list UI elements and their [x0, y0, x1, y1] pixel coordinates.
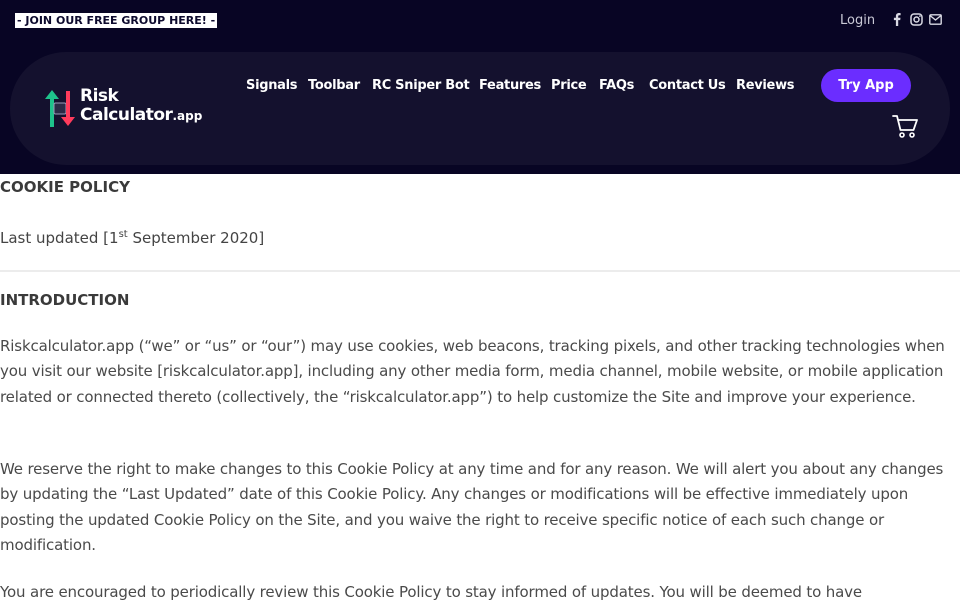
logo-text-risk: Risk	[80, 86, 119, 106]
nav-item-signals[interactable]: Signals	[246, 77, 298, 94]
logo-text-main: Calculator	[80, 105, 173, 125]
intro-paragraph: Riskcalculator.app (“we” or “us” or “our…	[0, 337, 945, 406]
introduction-heading: INTRODUCTION	[0, 291, 130, 309]
nav-item-faqs[interactable]: FAQs	[599, 77, 634, 94]
nav-item-price[interactable]: Price	[551, 77, 587, 94]
mail-icon[interactable]	[928, 12, 942, 26]
site-logo[interactable]: Risk Calculator.app	[42, 86, 212, 132]
nav-item-reviews[interactable]: Reviews	[736, 77, 795, 94]
updated-ordinal: st	[118, 229, 128, 240]
logo-arrows-icon	[45, 90, 75, 127]
review-paragraph: You are encouraged to periodically revie…	[0, 583, 862, 601]
facebook-icon[interactable]	[890, 12, 904, 26]
updated-prefix: Last updated [1	[0, 229, 119, 247]
try-app-button[interactable]: Try App	[821, 69, 911, 102]
nav-item-features[interactable]: Features	[479, 77, 541, 94]
nav-item-rc-sniper-bot[interactable]: RC Sniper Bot	[372, 77, 470, 94]
last-updated-text: Last updated [1st September 2020]	[0, 225, 264, 248]
join-group-link[interactable]: - JOIN OUR FREE GROUP HERE! -	[15, 13, 218, 28]
section-divider	[0, 270, 960, 272]
updated-suffix: September 2020]	[127, 229, 265, 247]
login-link[interactable]: Login	[840, 12, 875, 29]
logo-text-calculator: Calculator.app	[80, 105, 202, 126]
instagram-icon[interactable]	[909, 12, 923, 26]
cart-icon[interactable]	[891, 112, 919, 140]
changes-paragraph: We reserve the right to make changes to …	[0, 460, 944, 555]
nav-item-contact-us[interactable]: Contact Us	[649, 77, 726, 94]
logo-text-suffix: .app	[172, 109, 203, 123]
nav-item-toolbar[interactable]: Toolbar	[308, 77, 360, 94]
page-title: COOKIE POLICY	[0, 178, 130, 196]
